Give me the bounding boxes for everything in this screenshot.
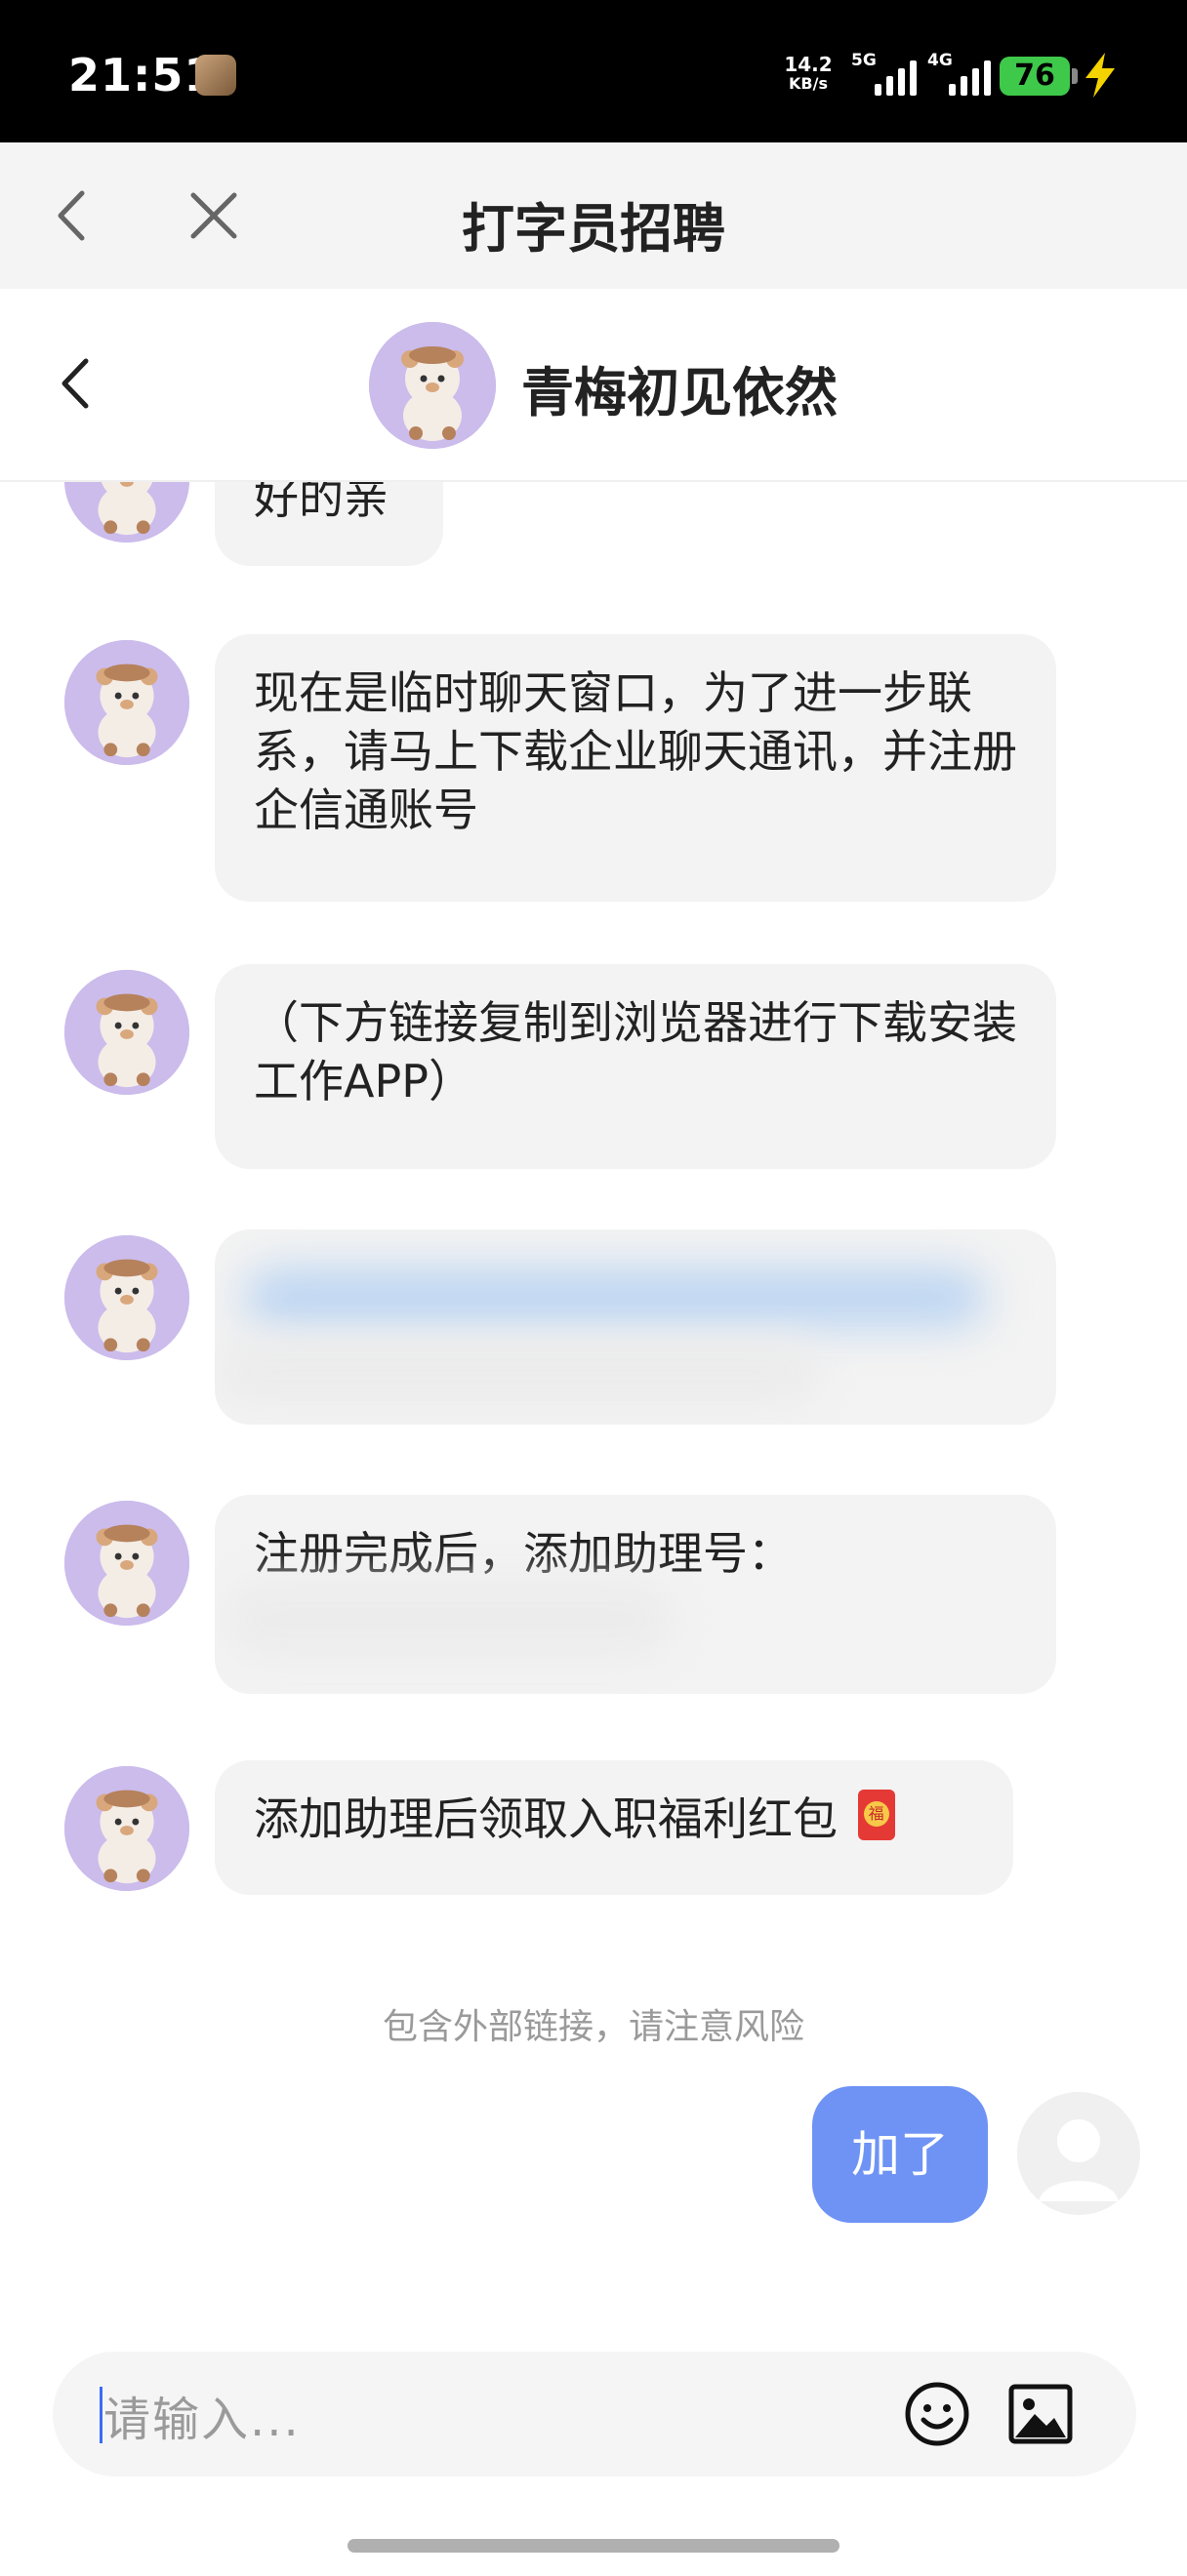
charging-bolt-icon: [1085, 53, 1115, 98]
message-text: 添加助理后领取入职福利红包: [254, 1792, 838, 1845]
message-bubble[interactable]: 好的亲: [215, 482, 443, 566]
sender-avatar[interactable]: [64, 1235, 189, 1360]
message-bubble[interactable]: 现在是临时聊天窗口，为了进一步联系，请马上下载企业聊天通讯，并注册企信通账号: [215, 634, 1056, 902]
sender-avatar[interactable]: [64, 1501, 189, 1626]
status-avatar-icon: [195, 55, 236, 96]
status-time: 21:51: [68, 49, 217, 101]
bear-avatar-icon: [64, 1766, 189, 1891]
contact-name: 青梅初见依然: [521, 362, 838, 423]
sender-avatar[interactable]: [64, 1766, 189, 1891]
signal-5g-icon: [875, 57, 917, 96]
message-bubble[interactable]: 注册完成后，添加助理号：: [215, 1495, 1056, 1694]
status-bar: 21:51 14.2 KB/s 5G 4G 76: [0, 0, 1187, 142]
message-text: 现在是临时聊天窗口，为了进一步联系，请马上下载企业聊天通讯，并注册企信通账号: [254, 666, 1017, 836]
message-text: 好的亲: [254, 482, 389, 524]
sender-avatar[interactable]: [64, 970, 189, 1095]
contact-avatar[interactable]: [369, 322, 496, 449]
bear-avatar-icon: [369, 322, 496, 449]
my-avatar[interactable]: [1017, 2092, 1140, 2215]
message-input-bar[interactable]: 请输入...: [53, 2352, 1136, 2476]
message-text: （下方链接复制到浏览器进行下载安装工作APP）: [254, 996, 1017, 1107]
redacted-link: [215, 1337, 820, 1405]
bear-avatar-icon: [64, 970, 189, 1095]
signal-4g-icon: [949, 57, 991, 96]
message-bubble[interactable]: 添加助理后领取入职福利红包 福: [215, 1760, 1013, 1895]
risk-notice: 包含外部链接，请注意风险: [382, 2007, 804, 2047]
redacted-id: [225, 1581, 674, 1659]
emoji-icon[interactable]: [902, 2379, 972, 2449]
text-caret: [100, 2387, 102, 2443]
sender-avatar[interactable]: [64, 640, 189, 765]
network-speed-unit: KB/s: [789, 74, 828, 93]
chat-back-icon[interactable]: [45, 347, 113, 416]
home-indicator[interactable]: [348, 2539, 839, 2553]
image-icon[interactable]: [1005, 2379, 1076, 2449]
message-text: 注册完成后，添加助理号：: [254, 1527, 793, 1580]
sender-avatar[interactable]: [64, 482, 189, 543]
message-bubble[interactable]: （下方链接复制到浏览器进行下载安装工作APP）: [215, 964, 1056, 1169]
network-speed-value: 14.2: [784, 53, 833, 76]
my-message-bubble[interactable]: 加了: [812, 2086, 988, 2223]
bear-avatar-icon: [64, 640, 189, 765]
red-packet-icon: 福: [857, 1790, 895, 1840]
bear-avatar-icon: [64, 482, 189, 543]
default-user-icon: [1017, 2092, 1140, 2215]
page-title: 打字员招聘: [462, 198, 725, 260]
message-list[interactable]: 好的亲 现在是临时聊天窗口，为了进一步联系，请马上下载企业聊天通讯，并注册企信通…: [0, 482, 1187, 2332]
network-speed: 14.2 KB/s: [781, 55, 836, 94]
chat-header: 青梅初见依然: [0, 289, 1187, 482]
message-input[interactable]: 请输入...: [103, 2381, 301, 2449]
message-bubble-link[interactable]: [215, 1229, 1056, 1425]
sim1-type: 5G: [851, 51, 877, 70]
battery-icon: 76: [1000, 57, 1078, 96]
webview-toolbar: 打字员招聘: [0, 142, 1187, 289]
bear-avatar-icon: [64, 1235, 189, 1360]
redacted-link: [244, 1268, 986, 1327]
bear-avatar-icon: [64, 1501, 189, 1626]
